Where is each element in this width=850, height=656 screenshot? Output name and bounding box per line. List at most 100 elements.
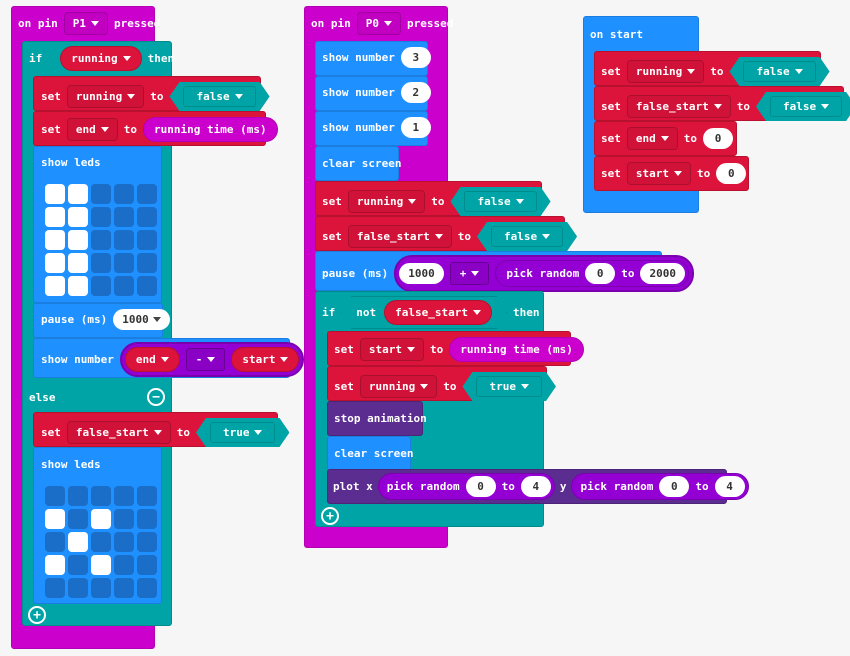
clear-screen-block[interactable]: clear screen	[327, 436, 413, 471]
set-end-block[interactable]: set end to running time (ms)	[33, 111, 278, 146]
pick-random-y[interactable]: pick random 0 to 4	[571, 473, 749, 500]
led-cell[interactable]	[45, 253, 65, 273]
variable-dropdown[interactable]: running	[347, 190, 426, 213]
variable-dropdown[interactable]: end	[66, 118, 118, 141]
led-cell[interactable]	[68, 253, 88, 273]
led-cell[interactable]	[68, 486, 88, 506]
show-number-1-block[interactable]: show number 1	[315, 111, 431, 146]
led-cell[interactable]	[68, 555, 88, 575]
number-input[interactable]: 1000	[399, 263, 444, 284]
led-cell[interactable]	[137, 509, 157, 529]
number-input[interactable]: 2	[400, 82, 431, 103]
variable-dropdown[interactable]: start	[359, 338, 424, 361]
led-cell[interactable]	[91, 486, 111, 506]
set-start-block[interactable]: set start to 0	[594, 156, 749, 191]
led-cell[interactable]	[114, 555, 134, 575]
set-running-true-block[interactable]: set running to true	[327, 366, 547, 401]
show-leds-block-2[interactable]: show leds	[33, 447, 162, 604]
pick-random-x[interactable]: pick random 0 to 4	[377, 473, 555, 500]
led-cell[interactable]	[91, 253, 111, 273]
led-cell[interactable]	[114, 184, 134, 204]
variable-dropdown[interactable]: running	[359, 375, 438, 398]
random-to-input[interactable]: 4	[714, 476, 745, 497]
variable-dropdown[interactable]: false_start	[66, 421, 171, 444]
led-cell[interactable]	[68, 276, 88, 296]
random-to-input[interactable]: 2000	[640, 263, 685, 284]
led-cell[interactable]	[114, 253, 134, 273]
variable-dropdown[interactable]: running	[626, 60, 705, 83]
arithmetic-block[interactable]: end - start	[119, 342, 305, 377]
boolean-value[interactable]: false	[450, 187, 550, 216]
led-cell[interactable]	[137, 184, 157, 204]
pin-dropdown[interactable]: P1	[63, 12, 108, 35]
led-cell[interactable]	[91, 207, 111, 227]
set-start-block[interactable]: set start to running time (ms)	[327, 331, 584, 366]
boolean-value[interactable]: false	[169, 82, 269, 111]
led-cell[interactable]	[45, 230, 65, 250]
led-cell[interactable]	[114, 276, 134, 296]
running-time-reporter[interactable]: running time (ms)	[449, 337, 584, 362]
plus-circle-icon[interactable]: +	[321, 507, 339, 525]
random-from-input[interactable]: 0	[585, 263, 616, 284]
set-running-block[interactable]: set running to false	[315, 181, 542, 216]
led-cell[interactable]	[91, 276, 111, 296]
led-cell[interactable]	[45, 555, 65, 575]
operator-dropdown[interactable]: -	[185, 348, 226, 371]
led-cell[interactable]	[114, 532, 134, 552]
pause-block[interactable]: pause (ms) 1000	[33, 303, 170, 338]
led-cell[interactable]	[137, 555, 157, 575]
arithmetic-block[interactable]: 1000 + pick random 0 to 2000	[394, 255, 694, 292]
set-false-start-block[interactable]: set false_start to false	[594, 86, 844, 121]
led-cell[interactable]	[137, 253, 157, 273]
pin-dropdown[interactable]: P0	[356, 12, 401, 35]
set-false-start-block[interactable]: set false_start to false	[315, 216, 565, 251]
led-cell[interactable]	[137, 276, 157, 296]
led-grid[interactable]	[45, 184, 157, 296]
led-cell[interactable]	[68, 230, 88, 250]
led-cell[interactable]	[114, 578, 134, 598]
stop-animation-block[interactable]: stop animation	[327, 401, 427, 436]
pause-random-block[interactable]: pause (ms) 1000 + pick random 0 to 2000	[315, 251, 694, 292]
plus-circle-icon[interactable]: +	[28, 606, 46, 624]
led-cell[interactable]	[114, 230, 134, 250]
pick-random-block[interactable]: pick random 0 to 2000	[495, 260, 689, 287]
led-cell[interactable]	[91, 578, 111, 598]
led-cell[interactable]	[45, 486, 65, 506]
show-number-block[interactable]: show number end - start	[33, 338, 305, 378]
variable-dropdown[interactable]: running	[66, 85, 145, 108]
led-grid[interactable]	[45, 486, 157, 598]
led-cell[interactable]	[68, 509, 88, 529]
false-start-variable[interactable]: false_start	[384, 300, 492, 325]
number-input[interactable]: 0	[703, 128, 733, 149]
variable-dropdown[interactable]: false_start	[347, 225, 452, 248]
start-variable[interactable]: start	[231, 347, 300, 372]
led-cell[interactable]	[91, 509, 111, 529]
led-cell[interactable]	[45, 184, 65, 204]
set-end-block[interactable]: set end to 0	[594, 121, 737, 156]
variable-dropdown[interactable]: end	[626, 127, 678, 150]
number-input[interactable]: 1	[400, 117, 431, 138]
led-cell[interactable]	[91, 230, 111, 250]
show-number-2-block[interactable]: show number 2	[315, 76, 431, 111]
led-cell[interactable]	[91, 555, 111, 575]
operator-dropdown[interactable]: +	[449, 262, 490, 285]
minus-circle-icon[interactable]: −	[147, 388, 165, 406]
plot-block[interactable]: plot x pick random 0 to 4 y pick random …	[327, 469, 749, 504]
led-cell[interactable]	[68, 578, 88, 598]
clear-screen-block[interactable]: clear screen	[315, 146, 401, 181]
not-block[interactable]: not false_start	[341, 296, 507, 329]
led-cell[interactable]	[68, 207, 88, 227]
random-from-input[interactable]: 0	[465, 476, 496, 497]
variable-dropdown[interactable]: start	[626, 162, 691, 185]
led-cell[interactable]	[68, 532, 88, 552]
show-leds-block-1[interactable]: show leds	[33, 146, 162, 303]
led-cell[interactable]	[137, 230, 157, 250]
led-cell[interactable]	[137, 486, 157, 506]
led-cell[interactable]	[45, 578, 65, 598]
set-running-block[interactable]: set running to false	[33, 76, 261, 111]
led-cell[interactable]	[114, 486, 134, 506]
pause-value-dropdown[interactable]: 1000	[113, 309, 170, 330]
led-cell[interactable]	[91, 184, 111, 204]
boolean-value[interactable]: false	[729, 57, 829, 86]
led-cell[interactable]	[45, 276, 65, 296]
